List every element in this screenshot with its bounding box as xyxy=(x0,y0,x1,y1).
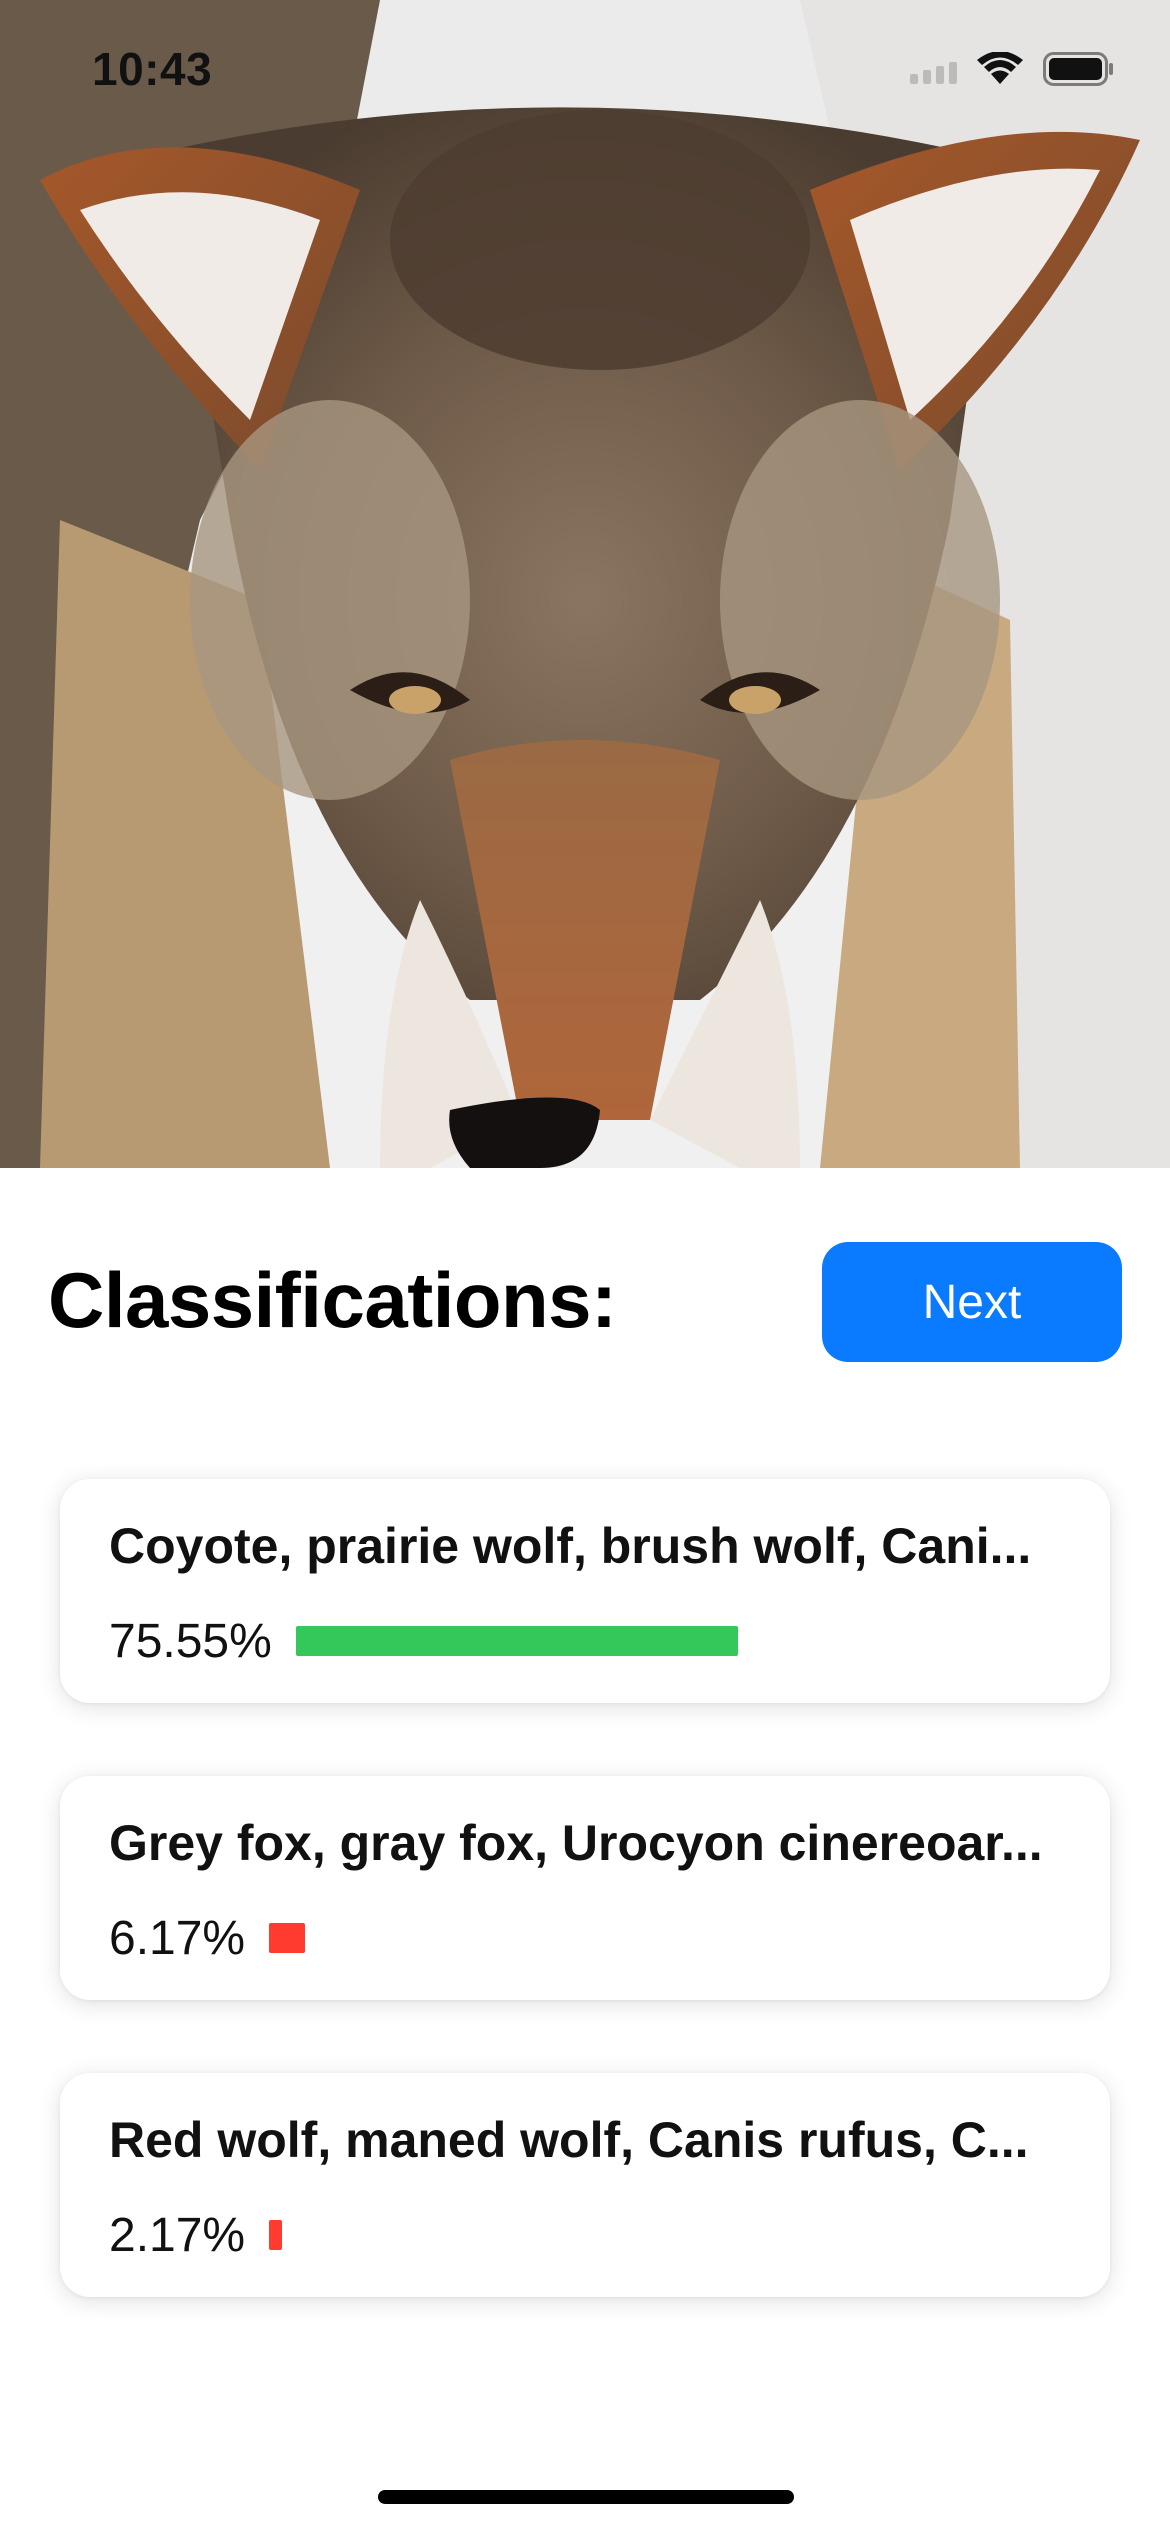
status-time: 10:43 xyxy=(92,43,213,95)
classification-label: Coyote, prairie wolf, brush wolf, Cani..… xyxy=(109,1518,1032,1574)
classification-label: Grey fox, gray fox, Urocyon cinereoar... xyxy=(109,1815,1043,1871)
cellular-signal-icon xyxy=(910,54,957,84)
classification-percent: 2.17% xyxy=(109,2208,246,2262)
status-bar: 10:43 xyxy=(0,0,1170,140)
classification-card: Grey fox, gray fox, Urocyon cinereoar...… xyxy=(60,1776,1110,2000)
classification-value-row: 6.17% xyxy=(109,1908,306,1968)
classification-value-row: 75.55% xyxy=(109,1611,738,1671)
classification-label: Red wolf, maned wolf, Canis rufus, C... xyxy=(109,2112,1029,2168)
home-indicator[interactable] xyxy=(378,2490,794,2504)
status-icons xyxy=(910,52,1115,86)
classification-percent: 75.55% xyxy=(109,1614,272,1668)
battery-icon xyxy=(1043,52,1113,86)
classification-card: Red wolf, maned wolf, Canis rufus, C... … xyxy=(60,2073,1110,2297)
confidence-bar xyxy=(295,1626,738,1656)
classification-value-row: 2.17% xyxy=(109,2205,283,2265)
classification-card: Coyote, prairie wolf, brush wolf, Cani..… xyxy=(60,1479,1110,1703)
confidence-bar xyxy=(269,2220,283,2250)
classifier-screen: 10:43 Classifications: Next Coyote, prai… xyxy=(0,0,1170,2532)
confidence-bar xyxy=(269,1923,306,1953)
next-button[interactable]: Next xyxy=(822,1242,1122,1362)
wifi-icon xyxy=(977,52,1023,84)
coyote-photo xyxy=(0,0,1170,1168)
page-title: Classifications: xyxy=(48,1256,617,1344)
classification-percent: 6.17% xyxy=(109,1911,246,1965)
